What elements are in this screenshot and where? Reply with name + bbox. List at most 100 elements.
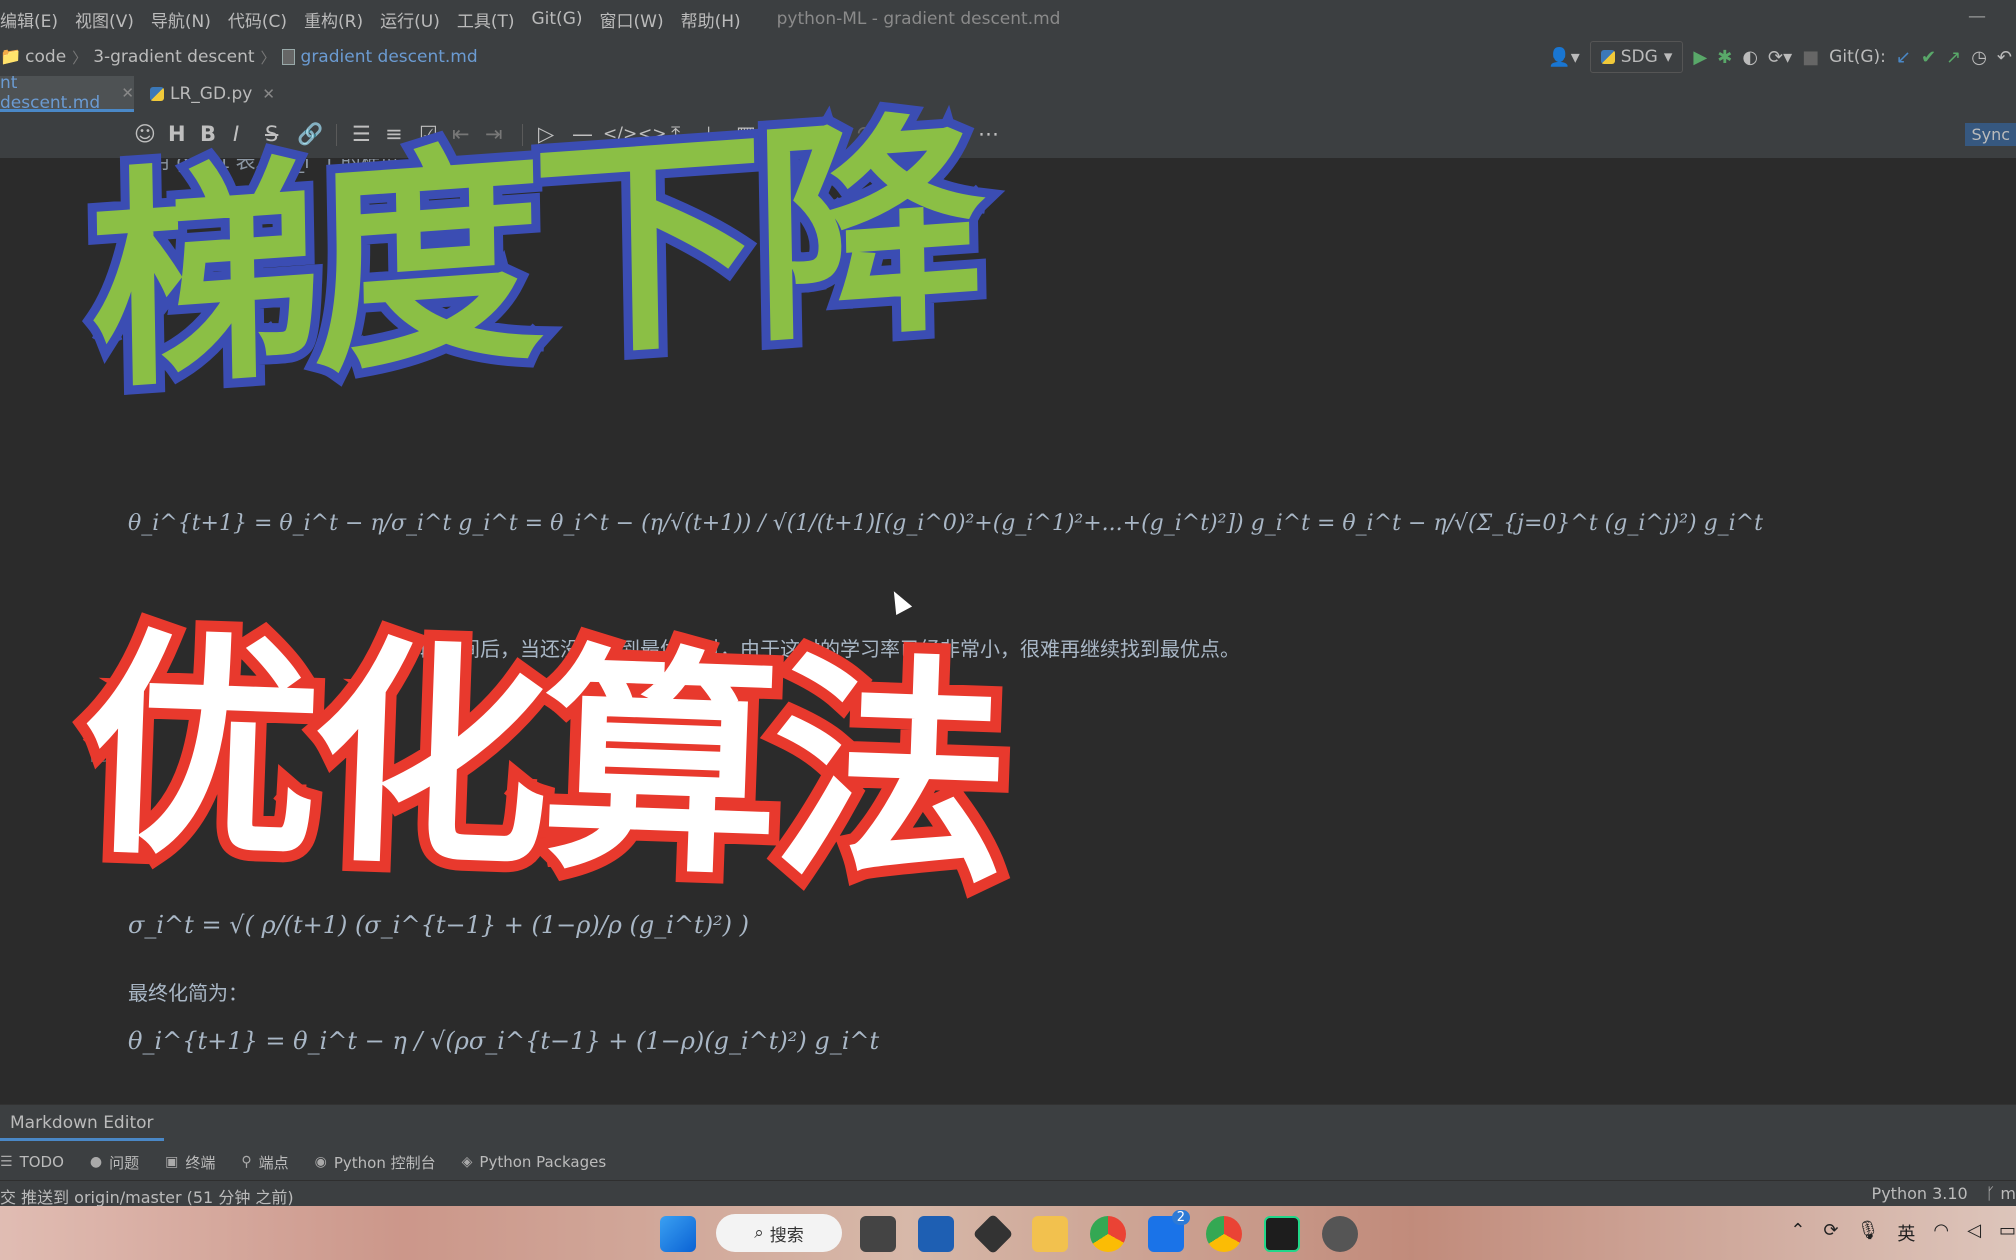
editor-tab-bar: nt descent.md ✕ LR_GD.py ✕ (0, 72, 2016, 113)
run-icon[interactable]: ▶ (1693, 47, 1707, 68)
close-icon[interactable]: ✕ (121, 84, 134, 102)
tool-python-packages[interactable]: ◈ Python Packages (462, 1153, 607, 1171)
close-icon[interactable]: ✕ (262, 85, 275, 103)
breadcrumb-folder-icon: 📁 (0, 47, 22, 67)
run-config-label: SDG (1620, 47, 1658, 67)
window-title: python-ML - gradient descent.md (776, 9, 1061, 29)
tool-label: 端点 (258, 1153, 289, 1172)
git-update-icon[interactable]: ↙ (1896, 47, 1911, 68)
sync-icon[interactable]: ⟳ (1823, 1220, 1838, 1246)
navbar-actions: 👤▾ SDG ▾ ▶ ✱ ◐ ⟳▾ ■ Git(G): ↙ ✔ ↗ ◷ ↶ (1548, 38, 2016, 76)
tab-gradient-descent-md[interactable]: nt descent.md ✕ (0, 72, 134, 113)
store-icon[interactable] (918, 1216, 954, 1252)
breadcrumb-folder[interactable]: 3-gradient descent (93, 47, 254, 67)
search-label: 搜索 (769, 1225, 804, 1246)
branch-name: m (2000, 1184, 2016, 1203)
task-view-icon[interactable] (860, 1216, 896, 1252)
chrome-icon[interactable] (1090, 1216, 1126, 1252)
git-push-icon[interactable]: ↗ (1946, 47, 1961, 68)
python-file-icon (150, 87, 164, 101)
stop-icon[interactable]: ■ (1802, 47, 1819, 68)
start-icon[interactable] (660, 1216, 696, 1252)
python-console-icon: ◉ (314, 1154, 327, 1170)
final-formula: θ_i^{t+1} = θ_i^t − η / √(ρσ_i^{t−1} + (… (128, 1027, 880, 1055)
mail-badge: 2 (1171, 1210, 1190, 1225)
markdown-file-icon (281, 49, 295, 65)
overlay-title-optimization-algorithm: 优化算法 (66, 597, 1017, 928)
breadcrumb-separator-icon: 〉 (72, 48, 88, 67)
chrome-icon[interactable] (1206, 1216, 1242, 1252)
tab-lr-gd-py[interactable]: LR_GD.py ✕ (150, 76, 275, 112)
menu-edit[interactable]: 编辑(E) (0, 7, 58, 32)
taskbar-search[interactable]: ⌕ 搜索 (716, 1214, 842, 1252)
git-branch-status[interactable]: ᚴ m (1986, 1184, 2016, 1203)
overlay-title-gradient-descent: 梯度下降 (79, 80, 988, 430)
rmsprop-formula: σ_i^t = √( ρ/(t+1) (σ_i^{t−1} + (1−ρ)/ρ … (128, 911, 750, 939)
python-icon (1600, 50, 1615, 64)
coverage-icon[interactable]: ◐ (1742, 47, 1758, 68)
status-message[interactable]: 交 推送到 origin/master (51 分钟 之前) (0, 1184, 294, 1208)
info-icon: ● (89, 1154, 103, 1170)
menu-bar: 编辑(E) 视图(V) 导航(N) 代码(C) 重构(R) 运行(U) 工具(T… (0, 0, 2016, 38)
tool-label: 终端 (185, 1153, 216, 1172)
emoji-icon[interactable]: ☺ (134, 122, 156, 146)
wifi-icon[interactable]: ◠ (1933, 1220, 1949, 1246)
debug-icon[interactable]: ✱ (1717, 47, 1732, 68)
mail-icon[interactable]: 2 (1148, 1210, 1190, 1252)
file-explorer-icon[interactable] (1032, 1216, 1068, 1252)
menu-refactor[interactable]: 重构(R) (304, 7, 363, 32)
tool-python-console[interactable]: ◉ Python 控制台 (315, 1152, 436, 1173)
pycharm-icon[interactable] (1264, 1216, 1300, 1252)
tool-label: 问题 (109, 1153, 140, 1172)
list-icon: ☰ (0, 1154, 13, 1170)
battery-icon[interactable]: ▭ (1999, 1220, 2016, 1246)
menu-run[interactable]: 运行(U) (380, 7, 440, 32)
minimize-icon[interactable]: — (1968, 6, 1986, 27)
user-icon[interactable]: 👤▾ (1548, 47, 1579, 68)
git-label: Git(G): (1829, 47, 1886, 67)
menu-help[interactable]: 帮助(H) (681, 7, 741, 32)
editor-mode-bar: Markdown Editor (0, 1104, 2016, 1145)
breadcrumb-code[interactable]: code (25, 47, 66, 67)
tool-window-bar: ☰ TODO ● 问题 ▣ 终端 ⚲ 端点 ◉ Python 控制台 ◈ Python Pa… (0, 1144, 2016, 1180)
final-label: 最终化简为： (128, 981, 248, 1005)
heading-icon[interactable]: H (168, 122, 186, 146)
tool-endpoints[interactable]: ⚲ 端点 (241, 1152, 288, 1173)
interpreter-status[interactable]: Python 3.10 (1872, 1184, 1968, 1203)
menu-git[interactable]: Git(G) (532, 9, 583, 29)
tab-label: nt descent.md (0, 72, 101, 113)
volume-icon[interactable]: ◁ (1967, 1220, 1981, 1246)
menu-code[interactable]: 代码(C) (228, 7, 287, 32)
sync-button[interactable]: Sync (1965, 123, 2016, 146)
tool-label: Python Packages (479, 1153, 607, 1171)
breadcrumb-file[interactable]: gradient descent.md (301, 47, 478, 67)
menu-navigate[interactable]: 导航(N) (151, 7, 211, 32)
rollback-icon[interactable]: ↶ (1997, 47, 2012, 68)
tool-todo[interactable]: ☰ TODO (0, 1153, 64, 1171)
recorder-icon[interactable] (1322, 1216, 1358, 1252)
more-icon[interactable]: ⋯ (978, 122, 999, 146)
branch-icon: ᚴ (1985, 1184, 2001, 1203)
tool-terminal[interactable]: ▣ 终端 (165, 1152, 215, 1173)
chevron-down-icon: ▾ (1663, 47, 1673, 67)
microphone-icon[interactable]: 🎙 (1857, 1220, 1880, 1246)
profile-icon[interactable]: ⟳▾ (1768, 47, 1792, 68)
run-config-selector[interactable]: SDG ▾ (1589, 41, 1684, 73)
windows-taskbar: ⌕ 搜索 2 ⌃ ⟳ 🎙 英 ◠ ◁ ▭ (0, 1206, 2016, 1260)
menu-view[interactable]: 视图(V) (75, 7, 134, 32)
git-commit-icon[interactable]: ✔ (1921, 47, 1936, 68)
endpoint-icon: ⚲ (241, 1154, 252, 1170)
adagrad-formula: θ_i^{t+1} = θ_i^t − η/σ_i^t g_i^t = θ_i^… (128, 511, 1763, 536)
navigation-bar: 📁 code 〉 3-gradient descent 〉 gradient d… (0, 38, 2016, 77)
terminal-icon: ▣ (165, 1154, 179, 1170)
ime-indicator[interactable]: 英 (1897, 1220, 1915, 1246)
layers-icon: ◈ (461, 1154, 473, 1170)
tool-problems[interactable]: ● 问题 (90, 1152, 139, 1173)
markdown-editor-tab[interactable]: Markdown Editor (0, 1113, 164, 1141)
chevron-up-icon[interactable]: ⌃ (1790, 1220, 1805, 1246)
tool-label: TODO (19, 1153, 64, 1171)
menu-window[interactable]: 窗口(W) (600, 7, 664, 32)
history-icon[interactable]: ◷ (1971, 47, 1987, 68)
tab-label: LR_GD.py (170, 84, 253, 104)
menu-tools[interactable]: 工具(T) (457, 7, 515, 32)
